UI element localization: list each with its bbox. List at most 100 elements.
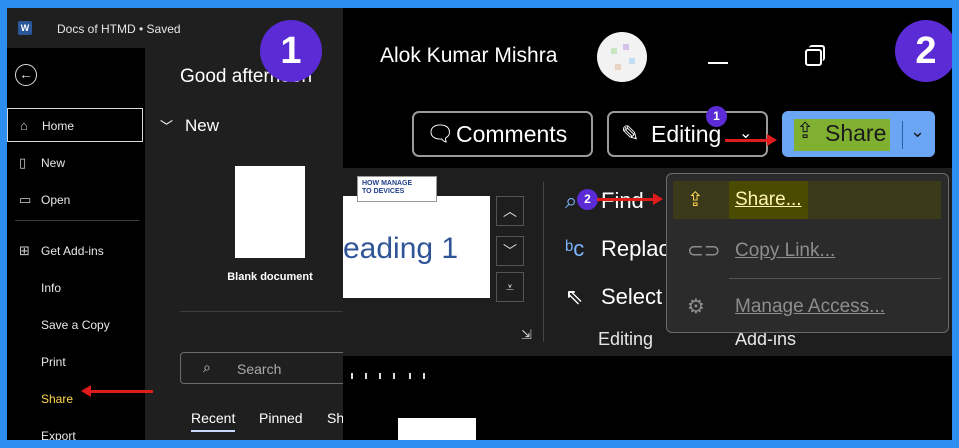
replace-icon: ᵇc — [565, 236, 585, 261]
gallery-expand[interactable]: ⩡ — [496, 272, 524, 302]
menu-item-copy-link[interactable]: ⊂⊃ Copy Link... — [673, 232, 941, 270]
file-backstage-panel: W Docs of HTMD • Saved ← ⌂ Home ▯ New ▭ … — [7, 8, 343, 440]
step-badge-1: 1 — [260, 20, 322, 82]
logo-line: HOW — [362, 180, 380, 187]
avatar[interactable] — [597, 32, 647, 82]
folder-icon: ▭ — [19, 192, 32, 207]
editing-mode-button[interactable]: ✎ Editing ⌄ — [607, 111, 768, 157]
nav-item-label: Share — [41, 392, 74, 406]
ruler-tick — [409, 373, 411, 379]
screenshot-frame: W Docs of HTMD • Saved ← ⌂ Home ▯ New ▭ … — [7, 8, 952, 440]
menu-item-label: Share... — [729, 181, 808, 219]
style-heading-1[interactable]: eading 1 — [343, 232, 458, 266]
ruler-tick — [351, 373, 353, 379]
nav-divider — [15, 220, 139, 221]
gear-icon: ⚙ — [687, 296, 705, 318]
nav-item-get-add-ins[interactable]: ⊞ Get Add-ins — [7, 234, 143, 268]
share-icon: ⇪ — [687, 189, 704, 211]
ruler-tick — [423, 373, 425, 379]
nav-item-label: Home — [42, 119, 75, 133]
nav-item-label: Info — [41, 281, 62, 295]
nav-item-save-a-copy[interactable]: Save a Copy — [7, 308, 143, 342]
menu-item-manage-access[interactable]: ⚙ Manage Access... — [673, 288, 941, 326]
step-badge-2: 2 — [895, 20, 952, 82]
share-button[interactable]: ⇪ Share ⌄ — [782, 111, 935, 157]
step-badge-small-2: 2 — [577, 189, 598, 210]
document-page — [398, 418, 476, 440]
logo-line: TO — [362, 188, 372, 195]
menu-item-share[interactable]: ⇪ Share... — [673, 181, 941, 219]
gallery-scroll-up[interactable]: ︿ — [496, 196, 524, 226]
nav-item-export[interactable]: Export — [7, 419, 143, 440]
ruler-tick — [393, 373, 395, 379]
menu-divider — [729, 278, 941, 279]
comments-label: Comments — [456, 121, 568, 147]
search-placeholder: Search — [237, 361, 282, 377]
red-arrow-annotation — [597, 193, 663, 205]
comment-icon: 🗨 — [426, 121, 454, 146]
avatar-pixel — [615, 64, 621, 70]
search-input[interactable]: ⌕ Search — [180, 352, 343, 384]
replace-button[interactable]: ᵇc Replac — [565, 236, 669, 262]
share-label: Share — [825, 120, 887, 146]
new-section-label: New — [185, 116, 220, 135]
gallery-scroll-down[interactable]: ﹀ — [496, 236, 524, 266]
nav-item-label: Save a Copy — [41, 318, 110, 332]
nav-item-open[interactable]: ▭ Open — [7, 183, 143, 217]
back-arrow-icon[interactable]: ← — [15, 64, 37, 86]
document-tabs: Recent Pinned Sha — [185, 410, 343, 440]
logo-line: MANAGE — [381, 180, 413, 187]
pencil-icon: ✎ — [621, 121, 640, 146]
content-divider — [180, 311, 343, 312]
cursor-icon: ⇖ — [565, 284, 584, 309]
user-name: Alok Kumar Mishra — [380, 44, 558, 67]
comments-button[interactable]: 🗨 Comments — [412, 111, 593, 157]
minimize-icon[interactable] — [708, 62, 728, 64]
nav-item-label: Print — [41, 355, 66, 369]
chevron-down-icon: ﹀ — [160, 119, 174, 134]
avatar-pixel — [629, 58, 635, 64]
word-icon: W — [18, 21, 32, 35]
nav-item-new[interactable]: ▯ New — [7, 146, 143, 180]
style-gallery[interactable]: eading 1 — [343, 196, 490, 298]
dialog-launcher-icon[interactable]: ⇲ — [521, 327, 532, 343]
red-arrow-annotation — [725, 134, 777, 146]
search-icon: ⌕ — [203, 359, 211, 375]
group-label-editing: Editing — [598, 329, 654, 349]
avatar-pixel — [611, 48, 617, 54]
nav-item-info[interactable]: Info — [7, 271, 143, 305]
restore-icon[interactable] — [805, 45, 825, 66]
avatar-pixel — [623, 44, 629, 50]
logo-line: DEVICES — [373, 188, 405, 195]
select-button[interactable]: ⇖ Select — [565, 284, 662, 310]
chevron-down-icon: ⌄ — [739, 125, 753, 142]
nav-item-print[interactable]: Print — [7, 345, 143, 379]
nav-item-label: Get Add-ins — [41, 244, 104, 258]
red-arrow-annotation — [81, 385, 153, 397]
chevron-down-icon[interactable]: ⌄ — [910, 121, 925, 142]
zoomed-ribbon-panel: Alok Kumar Mishra 2 🗨 Comments ✎ Editing… — [343, 8, 952, 440]
link-icon: ⊂⊃ — [687, 240, 721, 262]
split-divider — [902, 121, 903, 149]
ribbon-divider — [543, 182, 544, 342]
menu-item-label: Copy Link... — [735, 240, 836, 261]
tab-pinned[interactable]: Pinned — [259, 410, 303, 426]
share-dropdown-menu: ⇪ Share... ⊂⊃ Copy Link... ⚙ Manage Acce… — [666, 173, 949, 333]
new-doc-icon: ▯ — [19, 155, 27, 170]
new-section-toggle[interactable]: ﹀ New — [160, 116, 219, 136]
nav-item-share[interactable]: Share — [7, 382, 143, 416]
grid-icon: ⊞ — [19, 243, 30, 258]
replace-label: Replac — [601, 236, 670, 261]
backstage-nav: ← ⌂ Home ▯ New ▭ Open ⊞ Get Add-ins Info — [7, 48, 145, 440]
tab-recent[interactable]: Recent — [191, 410, 236, 432]
select-label: Select — [601, 284, 663, 309]
blank-document-thumbnail[interactable] — [235, 166, 305, 258]
nav-item-home[interactable]: ⌂ Home — [7, 108, 143, 142]
nav-item-label: New — [41, 156, 66, 170]
ruler — [343, 356, 952, 440]
document-title: Docs of HTMD • Saved — [57, 22, 181, 36]
blank-document-label: Blank document — [227, 271, 313, 283]
tab-shared[interactable]: Sha — [327, 410, 343, 426]
htmd-logo: HOW MANAGE TO DEVICES — [357, 176, 437, 202]
step-badge-small-1: 1 — [706, 106, 727, 127]
